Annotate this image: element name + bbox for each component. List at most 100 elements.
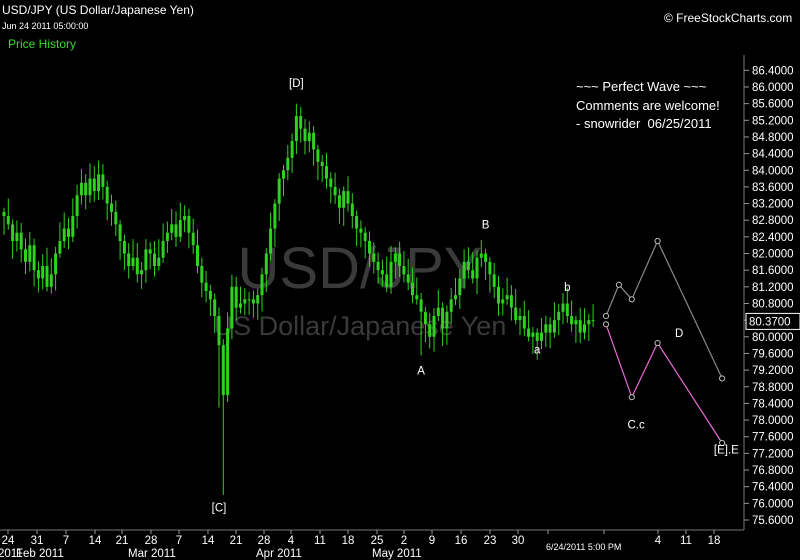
y-tick-label: 77.6000: [752, 432, 794, 444]
candle-body: [535, 332, 539, 341]
candle-body: [226, 328, 230, 396]
y-tick-label: 76.4000: [752, 482, 794, 494]
candle-body: [122, 241, 126, 254]
candle-body: [578, 320, 582, 333]
candle-body: [527, 328, 531, 337]
last-price-label: 80.3700: [749, 316, 791, 328]
candle-body: [350, 203, 354, 217]
price-history-label[interactable]: Price History: [8, 37, 76, 51]
candle-body: [591, 320, 595, 322]
candle-body: [251, 299, 255, 304]
y-tick-label: 82.0000: [752, 249, 794, 261]
candle-body: [509, 295, 513, 308]
candle-body: [359, 228, 363, 233]
candle-body: [380, 270, 384, 275]
candle-body: [153, 253, 156, 267]
y-tick-label: 82.8000: [752, 215, 794, 227]
candle-body: [389, 261, 393, 287]
candle-body: [479, 253, 483, 258]
candle-body: [402, 266, 406, 275]
y-tick-label: 78.0000: [752, 415, 794, 427]
chart-timestamp: Jun 24 2011 05:00:00: [2, 21, 89, 31]
candle-body: [372, 253, 376, 262]
candle-body: [492, 274, 496, 287]
candle-body: [428, 324, 432, 337]
y-tick-label: 78.4000: [752, 398, 794, 410]
candle-body: [552, 320, 556, 333]
brand-label[interactable]: © FreeStockCharts.com: [664, 11, 792, 25]
candle-body: [239, 303, 242, 308]
candle-body: [178, 220, 182, 237]
candle-body: [170, 224, 174, 233]
candle-body: [294, 116, 298, 142]
candle-body: [200, 266, 204, 283]
y-tick-label: 83.6000: [752, 182, 794, 194]
candle-body: [204, 282, 208, 291]
candle-body: [165, 232, 169, 242]
candle-body: [411, 282, 414, 296]
candle-body: [11, 224, 15, 242]
candle-body: [45, 266, 49, 287]
candle-body: [441, 307, 445, 329]
x-tick-label: 31: [31, 535, 44, 547]
candle-body: [243, 299, 247, 304]
candle-body: [299, 116, 303, 129]
candle-body: [471, 270, 475, 279]
candle-body: [329, 178, 333, 187]
candle-body: [325, 166, 328, 179]
x-tick-label: 25: [371, 535, 384, 547]
x-tick-label: 23: [484, 535, 497, 547]
candle-body: [445, 311, 449, 329]
candle-body: [105, 186, 109, 204]
candle-body: [303, 128, 307, 142]
candle-body: [256, 295, 260, 304]
candle-body: [127, 253, 131, 267]
candle-body: [406, 274, 410, 283]
candle-body: [6, 216, 10, 225]
candle-body: [208, 291, 212, 300]
projection-pink-line-node: [602, 321, 610, 328]
candle-body: [540, 332, 543, 341]
candle-body: [423, 311, 427, 325]
candle-body: [49, 274, 53, 287]
candle-body: [557, 311, 561, 321]
candle-body: [333, 186, 337, 196]
y-tick-label: 80.8000: [752, 298, 794, 310]
wave-label: C.c: [627, 419, 645, 431]
y-tick-label: 78.8000: [752, 382, 794, 394]
candle-body: [157, 257, 161, 267]
candle-body: [32, 245, 36, 271]
y-tick-label: 84.0000: [752, 165, 794, 177]
projection-gray-line-node: [628, 296, 635, 303]
comment-line-2: Comments are welcome!: [576, 98, 720, 113]
x-tick-label: 7: [176, 535, 182, 547]
candle-body: [71, 216, 75, 237]
x-tick-label: 9: [429, 535, 435, 547]
x-tick-label: 14: [202, 535, 215, 547]
candle-body: [135, 257, 139, 275]
projection-gray-line-node: [719, 375, 726, 382]
candle-body: [501, 299, 505, 304]
x-tick-label: 28: [145, 535, 158, 547]
candle-body: [97, 174, 101, 192]
candle-body: [574, 320, 578, 325]
wave-label: D: [675, 328, 683, 340]
wave-label: [C]: [212, 503, 227, 515]
candle-body: [161, 241, 165, 258]
candle-body: [565, 303, 569, 316]
candle-body: [337, 195, 341, 208]
candle-body: [92, 178, 96, 192]
candle-body: [174, 224, 178, 237]
wave-label: a: [534, 344, 541, 356]
candle-body: [2, 211, 6, 217]
candle-body: [415, 295, 419, 300]
candle-body: [376, 261, 380, 271]
candle-body: [131, 257, 135, 267]
candle-body: [286, 157, 290, 171]
comment-line-1: ~~~ Perfect Wave ~~~: [576, 79, 707, 94]
candle-body: [58, 241, 62, 254]
projection-gray-line-node: [602, 312, 610, 320]
candle-body: [196, 245, 199, 267]
candle-body: [148, 249, 152, 254]
candle-body: [458, 278, 462, 296]
